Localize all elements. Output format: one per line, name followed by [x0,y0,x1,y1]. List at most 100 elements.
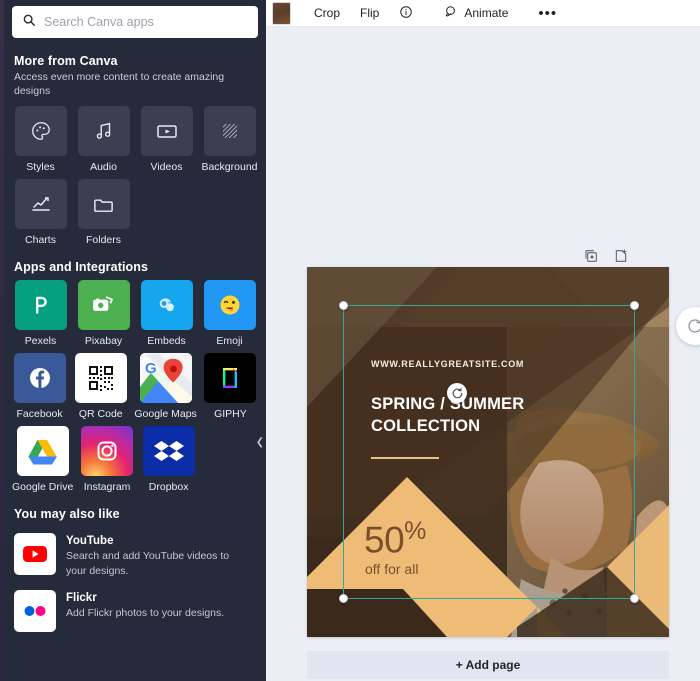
animate-button-label: Animate [464,6,509,20]
magic-refresh-icon[interactable] [676,307,700,345]
list-item-flickr[interactable]: Flickr Add Flickr photos to your designs… [12,584,258,638]
you-may-also-like-title: You may also like [14,507,120,522]
tile-label: Dropbox [148,481,189,494]
app-tile-pixabay[interactable]: Pixabay [75,280,132,347]
search-input[interactable] [44,15,248,29]
design-page[interactable]: WWW.REALLYGREATSITE.COM SPRING / SUMMER … [307,267,669,637]
info-button[interactable] [389,2,423,24]
list-item-title: Flickr [66,591,97,604]
tile-label: Background [201,161,258,174]
youtube-icon [14,533,56,576]
you-may-also-like-list: YouTube Search and add YouTube videos to… [4,523,266,645]
tile-label: Instagram [83,481,131,494]
duplicate-page-icon[interactable] [583,248,599,269]
apps-sidebar: More from Canva Access even more content… [4,0,266,681]
palette-icon [14,106,67,157]
design-discount-sub: off for all [365,561,419,577]
list-item-description: Add Flickr photos to your designs. [66,606,225,619]
chevron-left-icon: ❮ [255,437,265,448]
video-play-icon [140,106,193,157]
app-tile-qr-code[interactable]: QR Code [73,353,128,420]
tile-label: Folders [85,234,121,247]
animate-shape-icon [443,4,458,22]
more-options-button[interactable]: ••• [528,2,567,24]
tile-label: Styles [26,161,55,174]
search-icon [22,13,36,32]
apps-grid-row3: Google Drive Instagram Dropbox [4,426,266,493]
app-tile-pexels[interactable]: Pexels [12,280,69,347]
info-circle-icon [399,5,413,22]
design-headline: SPRING / SUMMER COLLECTION [371,394,524,438]
rotate-handle-icon[interactable] [447,383,467,403]
app-tile-emoji[interactable]: Emoji [201,280,258,347]
design-divider-rule [371,457,439,459]
canvas-area[interactable]: WWW.REALLYGREATSITE.COM SPRING / SUMMER … [266,27,700,681]
crop-button[interactable]: Crop [304,2,350,24]
flip-button[interactable]: Flip [350,2,389,24]
tile-label: GIPHY [214,408,247,421]
apps-grid-row2: Facebook QR Code G Google Maps GIPHY [4,353,266,420]
selected-image-thumbnail[interactable] [272,1,291,25]
tile-label: Google Maps [134,408,197,421]
tile-label: Charts [25,234,56,247]
app-tile-dropbox[interactable]: Dropbox [141,426,197,493]
more-from-canva-subtitle: Access even more content to create amazi… [14,71,225,98]
editor-main: Crop Flip Animate ••• WWW.REALLYGREATSIT… [266,0,700,681]
tile-audio[interactable]: Audio [75,106,132,173]
image-toolbar: Crop Flip Animate ••• [266,0,700,27]
tile-styles[interactable]: Styles [12,106,69,173]
app-tile-google-maps[interactable]: G Google Maps [134,353,197,421]
design-discount-number: 50 [364,519,405,561]
google-maps-icon: G [139,353,192,404]
tile-label: Pexels [24,335,57,348]
app-tile-facebook[interactable]: Facebook [12,353,67,420]
tile-charts[interactable]: Charts [12,179,69,246]
search-container [4,0,266,38]
tile-label: Emoji [216,335,243,348]
flickr-icon [14,589,56,632]
music-note-icon [77,106,130,157]
tile-background[interactable]: Background [201,106,258,173]
sidebar-collapse-button[interactable]: ❮ [253,415,266,471]
instagram-icon [81,426,134,477]
list-item-title: YouTube [66,535,114,548]
app-tile-giphy[interactable]: GIPHY [203,353,258,420]
app-tile-google-drive[interactable]: Google Drive [12,426,73,493]
add-page-icon[interactable] [613,248,629,269]
giphy-icon [204,353,257,404]
more-from-canva-grid: Styles Audio Videos Background [4,106,266,173]
list-item-text: Flickr Add Flickr photos to your designs… [66,590,224,620]
add-page-button[interactable]: + Add page [307,651,669,679]
svg-text:G: G [145,360,157,377]
app-tile-embeds[interactable]: Embeds [138,280,195,347]
design-discount-symbol: % [404,517,426,545]
tile-label: Videos [150,161,183,174]
animate-button[interactable]: Animate [433,2,518,24]
tile-label: Google Drive [12,481,74,494]
apps-grid-row1: Pexels Pixabay Embeds Emoji [4,280,266,347]
pexels-icon [14,280,67,331]
tile-videos[interactable]: Videos [138,106,195,173]
canva-editor-window: More from Canva Access even more content… [0,0,700,681]
pixabay-icon [77,280,130,331]
page-actions [583,248,629,269]
apps-integrations-title: Apps and Integrations [14,260,149,275]
tile-label: Pixabay [84,335,123,348]
emoji-icon [203,280,256,331]
tile-label: Facebook [16,408,63,421]
dropbox-icon [142,426,195,477]
app-tile-instagram[interactable]: Instagram [79,426,135,493]
design-headline-line2: COLLECTION [371,416,481,435]
hatch-pattern-icon [203,106,256,157]
design-artwork [307,267,669,637]
list-item-text: YouTube Search and add YouTube videos to… [66,533,246,577]
flip-button-label: Flip [360,6,380,20]
design-url-text: WWW.REALLYGREATSITE.COM [371,359,525,369]
tile-folders[interactable]: Folders [75,179,132,246]
folder-icon [77,179,130,230]
search-box[interactable] [12,6,258,38]
google-drive-icon [16,426,69,477]
more-options-label: ••• [538,4,558,22]
list-item-youtube[interactable]: YouTube Search and add YouTube videos to… [12,527,258,583]
line-chart-icon [14,179,67,230]
